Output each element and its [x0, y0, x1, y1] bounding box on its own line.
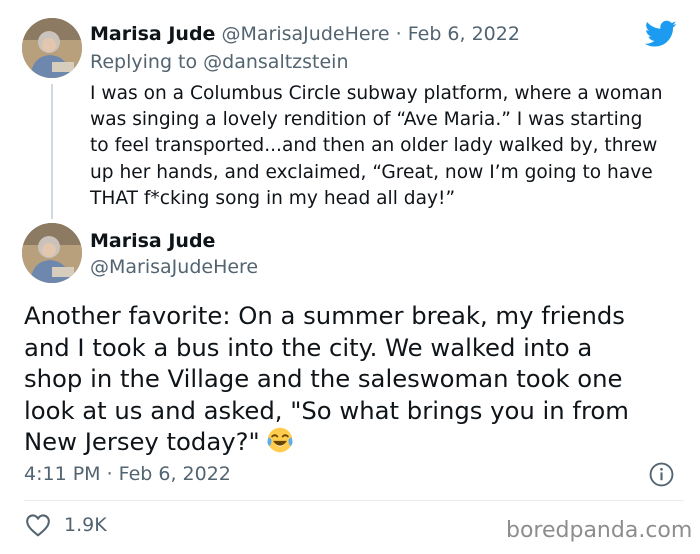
- reply-text-line: THAT f*cking song in my head all day!”: [90, 187, 456, 209]
- face-with-tears-of-joy-icon: [267, 427, 293, 453]
- main-author-avatar[interactable]: [22, 223, 82, 283]
- thread-connector-line: [51, 84, 53, 219]
- main-author-handle[interactable]: @MarisaJudeHere: [90, 255, 258, 279]
- main-text-line: shop in the Village and the saleswoman t…: [24, 364, 623, 393]
- reply-text-line: was singing a lovely rendition of “Ave M…: [90, 109, 643, 131]
- reply-text-line: I was on a Columbus Circle subway platfo…: [90, 83, 663, 104]
- reply-tweet-header: Marisa Jude @MarisaJudeHere · Feb 6, 202…: [90, 22, 520, 46]
- tweet-timestamp[interactable]: 4:11 PM · Feb 6, 2022: [24, 462, 231, 486]
- main-text-line: New Jersey today?": [24, 427, 260, 456]
- replying-to-text[interactable]: Replying to @dansaltzstein: [90, 50, 349, 74]
- main-tweet-text: Another favorite: On a summer break, my …: [24, 300, 694, 458]
- reply-author-avatar[interactable]: [22, 18, 82, 78]
- reply-handle-date[interactable]: @MarisaJudeHere · Feb 6, 2022: [222, 23, 520, 45]
- main-text-line: Another favorite: On a summer break, my …: [24, 301, 625, 330]
- reply-author-name[interactable]: Marisa Jude: [90, 23, 215, 45]
- reply-text-line: up her hands, and exclaimed, “Great, now…: [90, 161, 653, 183]
- info-icon[interactable]: [649, 462, 674, 487]
- twitter-bird-icon[interactable]: [645, 20, 677, 48]
- main-text-line: and I took a bus into the city. We walke…: [24, 332, 593, 362]
- main-author-name[interactable]: Marisa Jude: [90, 229, 215, 253]
- like-count[interactable]: 1.9K: [64, 513, 107, 537]
- action-divider: [24, 500, 684, 501]
- main-text-last-line: New Jersey today?": [24, 426, 694, 458]
- reply-text-line: to feel transported...and then an older …: [90, 135, 658, 157]
- reply-tweet-text: I was on a Columbus Circle subway platfo…: [90, 81, 690, 212]
- boredpanda-watermark: boredpanda.com: [506, 518, 693, 543]
- main-text-line: look at us and asked, "So what brings yo…: [24, 395, 629, 425]
- heart-icon[interactable]: [25, 513, 51, 537]
